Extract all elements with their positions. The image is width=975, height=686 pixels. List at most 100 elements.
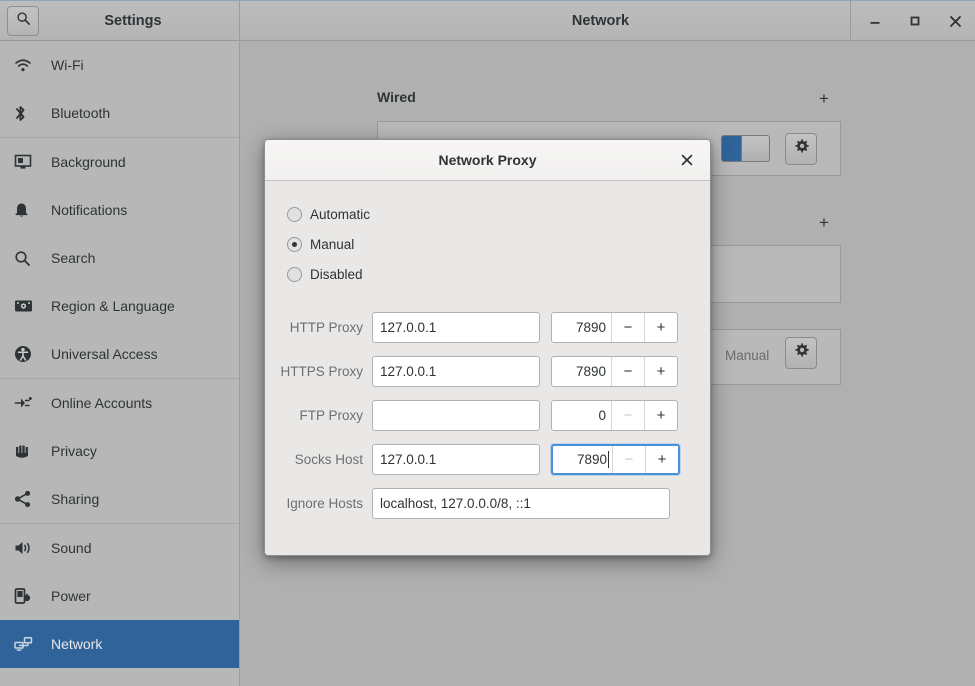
sidebar-item-bluetooth[interactable]: Bluetooth	[0, 89, 239, 137]
sidebar-item-search[interactable]: Search	[0, 234, 239, 282]
wifi-icon	[14, 55, 40, 75]
socks-port-value[interactable]: 7890	[553, 446, 612, 473]
sidebar-item-label: Universal Access	[51, 346, 158, 362]
background-icon	[14, 152, 40, 172]
https-port-increment-button[interactable]: +	[644, 356, 677, 386]
sidebar-item-label: Wi-Fi	[51, 57, 84, 73]
proxy-mode-disabled[interactable]: Disabled	[265, 259, 710, 289]
speaker-icon	[14, 538, 40, 558]
sidebar-item-region-language[interactable]: Region & Language	[0, 282, 239, 330]
settings-sidebar[interactable]: Wi-Fi Bluetooth Background Notifications…	[0, 41, 240, 686]
wired-settings-button[interactable]	[785, 133, 817, 165]
socks-port-decrement-button[interactable]: −	[612, 445, 645, 473]
proxy-mode-manual[interactable]: Manual	[265, 229, 710, 259]
accessibility-icon	[14, 344, 40, 364]
http-proxy-host-input[interactable]	[372, 311, 540, 343]
dialog-titlebar: Network Proxy	[265, 140, 710, 181]
socks-host-label: Socks Host	[294, 451, 363, 467]
http-proxy-label: HTTP Proxy	[289, 319, 363, 335]
socks-host-row: Socks Host 7890 − +	[265, 437, 710, 481]
panel-title: Network	[571, 13, 630, 29]
dialog-title: Network Proxy	[438, 152, 537, 168]
keyboard-icon	[14, 296, 40, 316]
ftp-port-increment-button[interactable]: +	[644, 400, 677, 430]
https-proxy-label: HTTPS Proxy	[280, 363, 363, 379]
close-button[interactable]	[935, 1, 975, 41]
gear-icon	[793, 138, 810, 160]
sidebar-item-privacy[interactable]: Privacy	[0, 427, 239, 475]
sidebar-item-label: Sharing	[51, 491, 100, 507]
ftp-proxy-label: FTP Proxy	[299, 407, 363, 423]
add-vpn-connection-button[interactable]: +	[815, 213, 833, 231]
search-icon	[16, 11, 31, 31]
bluetooth-icon	[14, 103, 40, 123]
ignore-hosts-row: Ignore Hosts	[265, 481, 710, 525]
sidebar-item-power[interactable]: Power	[0, 572, 239, 620]
minimize-button[interactable]	[855, 1, 895, 41]
search-button[interactable]	[7, 6, 39, 36]
window-controls	[850, 1, 975, 41]
socks-port-stepper[interactable]: 7890 − +	[551, 443, 680, 475]
https-port-decrement-button[interactable]: −	[611, 356, 644, 386]
wired-section-label: Wired	[377, 89, 416, 105]
sidebar-item-sound[interactable]: Sound	[0, 524, 239, 572]
dialog-body: Automatic Manual Disabled HTTP Proxy 789…	[265, 181, 710, 525]
https-proxy-port-value[interactable]: 7890	[552, 357, 611, 386]
sidebar-item-sharing[interactable]: Sharing	[0, 475, 239, 523]
network-proxy-dialog: Network Proxy Automatic Manual Disabled	[264, 139, 711, 556]
sidebar-item-notifications[interactable]: Notifications	[0, 186, 239, 234]
gear-icon	[793, 342, 810, 364]
radio-label: Manual	[310, 236, 355, 252]
sidebar-item-label: Region & Language	[51, 298, 175, 314]
sidebar-headerbar: Settings	[0, 1, 240, 41]
sidebar-item-label: Privacy	[51, 443, 97, 459]
sidebar-item-label: Online Accounts	[51, 395, 153, 411]
wired-toggle-switch[interactable]	[721, 135, 770, 162]
search-icon	[14, 248, 40, 268]
radio-label: Automatic	[310, 206, 371, 222]
sidebar-item-universal-access[interactable]: Universal Access	[0, 330, 239, 378]
sidebar-item-network[interactable]: Network	[0, 620, 239, 668]
radio-dot	[292, 241, 297, 247]
maximize-button[interactable]	[895, 1, 935, 41]
https-proxy-port-stepper[interactable]: 7890 − +	[551, 355, 678, 387]
http-proxy-row: HTTP Proxy 7890 − +	[265, 305, 710, 349]
http-proxy-port-value[interactable]: 7890	[552, 313, 611, 342]
ftp-proxy-port-value[interactable]: 0	[552, 401, 611, 430]
network-icon	[14, 634, 40, 654]
radio-indicator[interactable]	[287, 266, 302, 282]
proxy-mode-value: Manual	[725, 348, 770, 363]
toggle-knob	[741, 136, 769, 161]
https-proxy-row: HTTPS Proxy 7890 − +	[265, 349, 710, 393]
radio-indicator[interactable]	[287, 206, 302, 222]
sidebar-item-label: Power	[51, 588, 91, 604]
hand-icon	[14, 441, 40, 461]
https-proxy-host-input[interactable]	[372, 355, 540, 387]
sidebar-item-background[interactable]: Background	[0, 138, 239, 186]
http-port-increment-button[interactable]: +	[644, 312, 677, 342]
sidebar-item-label: Network	[51, 636, 103, 652]
radio-indicator[interactable]	[287, 236, 302, 252]
add-wired-connection-button[interactable]: +	[815, 89, 833, 107]
http-port-decrement-button[interactable]: −	[611, 312, 644, 342]
sidebar-item-label: Background	[51, 154, 126, 170]
main-headerbar: Network	[241, 1, 975, 41]
proxy-settings-button[interactable]	[785, 337, 817, 369]
settings-window: Settings Network Wi-Fi Bluetooth Backgro…	[0, 0, 975, 686]
bell-icon	[14, 200, 40, 220]
http-proxy-port-stepper[interactable]: 7890 − +	[551, 311, 678, 343]
ftp-proxy-port-stepper[interactable]: 0 − +	[551, 399, 678, 431]
socks-host-input[interactable]	[372, 443, 540, 475]
share-icon	[14, 489, 40, 509]
sidebar-item-label: Notifications	[51, 202, 128, 218]
proxy-mode-automatic[interactable]: Automatic	[265, 199, 710, 229]
sidebar-item-label: Sound	[51, 540, 92, 556]
sidebar-item-wifi[interactable]: Wi-Fi	[0, 41, 239, 89]
ftp-proxy-host-input[interactable]	[372, 399, 540, 431]
plug-icon	[14, 393, 40, 413]
ignore-hosts-input[interactable]	[372, 487, 670, 519]
socks-port-increment-button[interactable]: +	[645, 445, 678, 473]
dialog-close-button[interactable]	[674, 147, 700, 173]
ftp-port-decrement-button[interactable]: −	[611, 400, 644, 430]
sidebar-item-online-accounts[interactable]: Online Accounts	[0, 379, 239, 427]
